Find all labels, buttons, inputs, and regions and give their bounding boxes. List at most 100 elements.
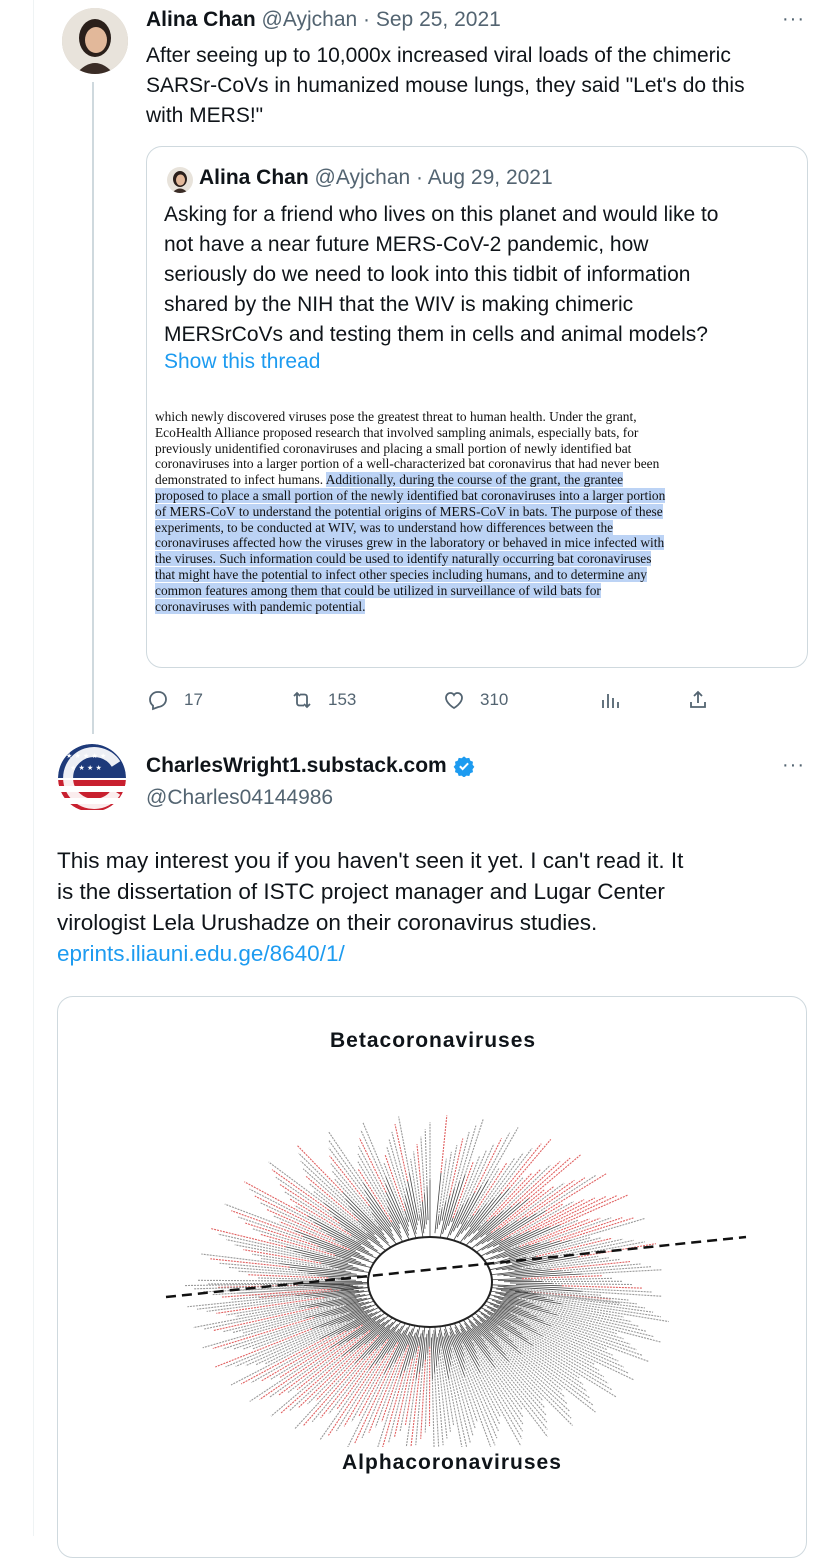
avatar-charleswright[interactable]: ★ ★ ★ ★ ★ ★ ★ ★ ★ [58, 744, 126, 812]
tree-leaf-label [361, 1130, 386, 1185]
quoted-text-line: seriously do we need to look into this t… [164, 260, 804, 290]
tree-leaf-label [546, 1174, 607, 1211]
avatar-alina-chan[interactable] [62, 8, 128, 74]
tweet1-handle[interactable]: @Ayjchan [262, 8, 358, 31]
tweet1-more-button[interactable]: ··· [782, 8, 805, 31]
tree-leaf-label [417, 1144, 422, 1201]
tree-branch [487, 1240, 570, 1265]
tweet1-text: After seeing up to 10,000x increased vir… [146, 41, 811, 131]
heart-icon [442, 688, 466, 712]
tweet2-header: CharlesWright1.substack.com [146, 754, 475, 778]
phylogenetic-tree-figure [58, 1067, 806, 1447]
tree-leaf-label [363, 1122, 386, 1177]
tree-leaf-label [508, 1336, 587, 1391]
tree-leaf-label [536, 1176, 596, 1214]
thread-connector-line [92, 82, 94, 734]
quoted-handle: @Ayjchan [315, 166, 411, 189]
document-line-text: previously unidentified coronaviruses an… [155, 441, 631, 456]
tree-branch [448, 1175, 464, 1225]
tree-leaf-label [425, 1129, 427, 1187]
quoted-separator: · [416, 166, 423, 189]
tree-leaf-label [549, 1196, 616, 1227]
tree-branch [424, 1194, 426, 1224]
tree-leaf-label [465, 1119, 483, 1175]
tree-leaf-label [432, 1379, 434, 1447]
tree-branch [408, 1325, 415, 1345]
document-line: previously unidentified coronaviruses an… [155, 441, 795, 457]
document-line-text: demonstrated to infect humans. [155, 472, 326, 487]
tree-branch [308, 1216, 361, 1245]
analytics-button[interactable] [598, 688, 622, 712]
tweet2-more-button[interactable]: ··· [782, 754, 805, 777]
tree-leaf-label [488, 1127, 518, 1180]
tree-branch [386, 1192, 409, 1240]
tree-leaf-label [299, 1153, 346, 1199]
tree-leaf-label [521, 1354, 595, 1412]
quoted-text: Asking for a friend who lives on this pl… [164, 200, 804, 350]
tweet1-author-name[interactable]: Alina Chan [146, 8, 256, 31]
tree-leaf-label [560, 1195, 628, 1225]
tweet2-handle[interactable]: @Charles04144986 [146, 786, 333, 810]
share-button[interactable] [686, 688, 710, 712]
tree-leaf-label [462, 1343, 501, 1417]
tree-leaf-label [476, 1352, 523, 1424]
tweet1-separator: · [363, 8, 370, 31]
tree-branch [445, 1325, 452, 1345]
tree-branch [440, 1195, 450, 1238]
tweet1-date[interactable]: Sep 25, 2021 [376, 8, 501, 31]
share-icon [686, 688, 710, 712]
tree-branch [437, 1216, 439, 1229]
tree-leaf-label [520, 1158, 571, 1203]
tree-branch [452, 1218, 454, 1222]
tree-leaf-label [529, 1155, 581, 1199]
tree-branch [428, 1330, 429, 1353]
tweet1-text-line: SARSr-CoVs in humanized mouse lungs, the… [146, 71, 811, 101]
tree-leaf-label [505, 1355, 571, 1418]
tweet2-link[interactable]: eprints.iliauni.edu.ge/8640/1/ [57, 938, 817, 969]
document-line-text: coronaviruses with pandemic potential. [155, 599, 365, 614]
document-line-text: experiments, to be conducted at WIV, was… [155, 520, 613, 535]
quoted-avatar-portrait-icon [167, 167, 193, 193]
tree-branch [369, 1332, 395, 1369]
show-thread-link[interactable]: Show this thread [164, 350, 320, 374]
betacoronaviruses-label: Betacoronaviruses [58, 1029, 688, 1053]
document-line: experiments, to be conducted at WIV, was… [155, 520, 795, 536]
tree-leaf-label [581, 1291, 661, 1296]
reply-button[interactable]: 17 [146, 688, 203, 712]
document-line: of MERS-CoV to understand the potential … [155, 504, 795, 520]
tree-leaf-label [400, 1353, 416, 1431]
tree-branch [431, 1337, 432, 1379]
document-line-text: which newly discovered viruses pose the … [155, 409, 637, 424]
tree-leaf-label [267, 1209, 335, 1239]
tree-branch [340, 1269, 346, 1270]
document-line: coronaviruses with pandemic potential. [155, 599, 795, 615]
tree-branch [509, 1241, 560, 1257]
tweet2-media-image[interactable]: Betacoronaviruses Alphacoronaviruses [57, 996, 807, 1558]
retweet-button[interactable]: 153 [290, 688, 356, 712]
tweet2-author-name[interactable]: CharlesWright1.substack.com [146, 754, 447, 778]
avatar-flag-c-icon: ★ ★ ★ ★ ★ ★ ★ ★ ★ [58, 744, 126, 812]
document-line-text: coronaviruses into a larger portion of a… [155, 456, 659, 471]
tree-branch [405, 1211, 409, 1222]
tweet2-text-line: This may interest you if you haven't see… [57, 845, 817, 876]
tree-leaf-label [358, 1146, 386, 1200]
tree-leaf-label [421, 1360, 426, 1439]
tree-branch [339, 1313, 385, 1345]
column-divider [33, 0, 34, 1536]
tree-leaf-label [248, 1275, 328, 1278]
tree-leaf-label [522, 1309, 624, 1339]
document-line-text: proposed to place a small portion of the… [155, 488, 665, 503]
document-line: proposed to place a small portion of the… [155, 488, 795, 504]
quoted-tweet-card[interactable]: Alina Chan @Ayjchan · Aug 29, 2021 Askin… [146, 146, 808, 668]
like-button[interactable]: 310 [442, 688, 508, 712]
quoted-text-line: MERSrCoVs and testing them in cells and … [164, 320, 804, 350]
like-count: 310 [480, 690, 508, 710]
quoted-header: Alina Chan @Ayjchan · Aug 29, 2021 [199, 166, 553, 190]
tree-branch [510, 1283, 552, 1284]
quoted-text-line: shared by the NIH that the WIV is making… [164, 290, 804, 320]
tree-leaf-label [392, 1132, 406, 1189]
tree-leaf-label [285, 1192, 346, 1230]
tree-root-ring [368, 1237, 492, 1327]
document-line: demonstrated to infect humans. Additiona… [155, 472, 795, 488]
tweet1-header: Alina Chan @Ayjchan · Sep 25, 2021 [146, 8, 501, 32]
